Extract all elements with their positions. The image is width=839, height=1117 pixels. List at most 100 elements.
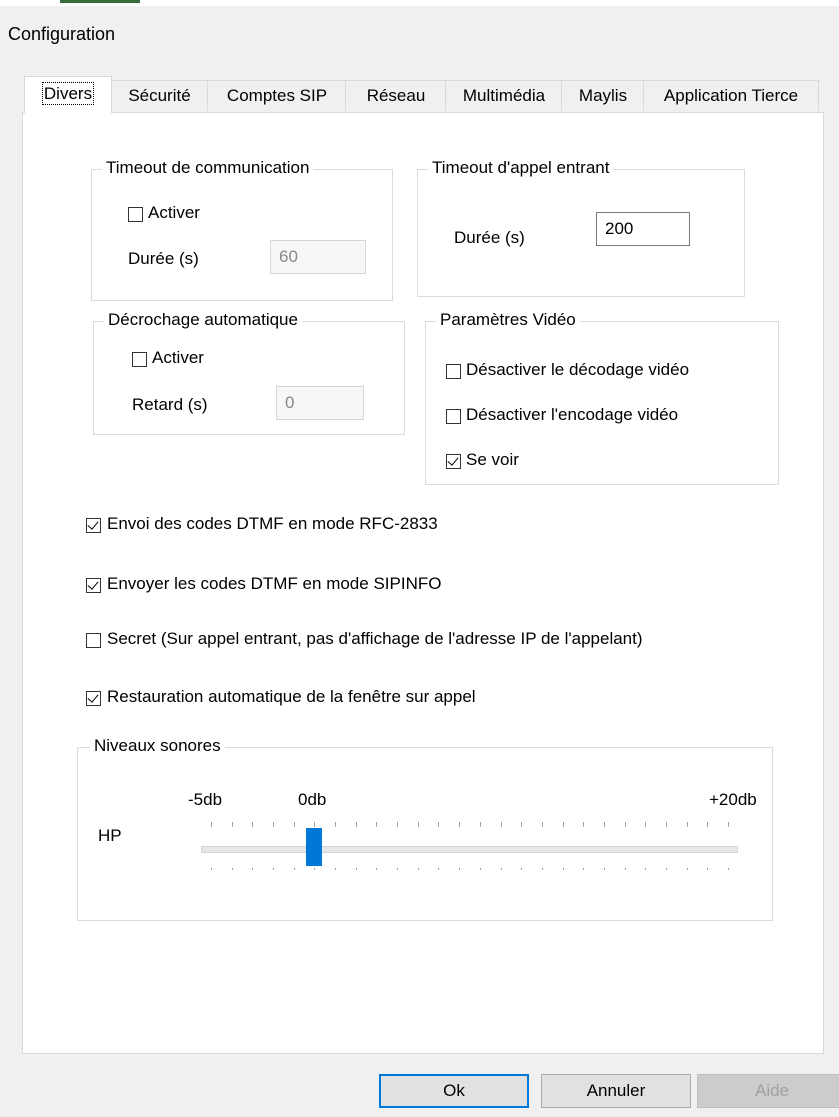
auto-answer-delay-field[interactable]: 0	[276, 386, 364, 420]
dtmf-rfc2833-label: Envoi des codes DTMF en mode RFC-2833	[107, 514, 438, 533]
timeout-incoming-legend: Timeout d'appel entrant	[428, 158, 614, 178]
dtmf-rfc2833-checkbox[interactable]	[86, 518, 101, 533]
tab-divers-label: Divers	[41, 82, 95, 105]
slider-tick	[314, 868, 315, 870]
slider-tick	[294, 822, 295, 827]
slider-tick	[459, 822, 460, 827]
timeout-incoming-duration-field[interactable]: 200	[596, 212, 690, 246]
slider-tick	[687, 868, 688, 870]
secret-label: Secret (Sur appel entrant, pas d'afficha…	[107, 629, 643, 648]
tab-comptes-sip[interactable]: Comptes SIP	[207, 80, 347, 111]
slider-tick	[252, 822, 253, 827]
help-button[interactable]: Aide	[697, 1074, 839, 1108]
auto-answer-group: Décrochage automatique Activer Retard (s…	[93, 310, 405, 435]
slider-tick	[273, 822, 274, 827]
disable-video-encoding-label: Désactiver l'encodage vidéo	[466, 405, 679, 424]
timeout-incoming-duration-label: Durée (s)	[454, 228, 525, 247]
slider-tick	[480, 822, 481, 827]
slider-tick	[666, 868, 667, 870]
timeout-communication-duration-field[interactable]: 60	[270, 240, 366, 274]
slider-tick	[707, 868, 708, 870]
slider-tick	[418, 822, 419, 827]
slider-tick	[645, 868, 646, 870]
dtmf-sipinfo-checkbox[interactable]	[86, 578, 101, 593]
ok-button[interactable]: Ok	[379, 1074, 529, 1108]
slider-tick	[397, 822, 398, 827]
sound-levels-legend: Niveaux sonores	[90, 736, 225, 756]
slider-tick	[707, 822, 708, 827]
tab-divers[interactable]: Divers	[24, 76, 112, 113]
tab-maylis[interactable]: Maylis	[561, 80, 645, 111]
slider-tick	[418, 868, 419, 870]
video-settings-legend: Paramètres Vidéo	[436, 310, 580, 330]
slider-tick	[438, 868, 439, 870]
auto-answer-legend: Décrochage automatique	[104, 310, 302, 330]
slider-tick	[728, 822, 729, 827]
slider-tick	[232, 868, 233, 870]
slider-tick	[604, 822, 605, 827]
restore-window-checkbox[interactable]	[86, 691, 101, 706]
slider-tick	[583, 822, 584, 827]
slider-tick	[335, 868, 336, 870]
auto-answer-enable-checkbox[interactable]	[132, 352, 147, 367]
timeout-communication-enable-label: Activer	[148, 203, 200, 222]
window-top-edge	[0, 0, 839, 6]
slider-tick	[563, 868, 564, 870]
self-view-label: Se voir	[466, 450, 519, 469]
slider-tick	[376, 868, 377, 870]
secret-checkbox[interactable]	[86, 633, 101, 648]
tab-multimedia[interactable]: Multimédia	[445, 80, 563, 111]
tab-panel-divers: Timeout de communication Activer Durée (…	[22, 112, 824, 1054]
slider-tick	[728, 868, 729, 870]
slider-tick	[521, 822, 522, 827]
slider-tick	[335, 822, 336, 827]
slider-tick	[604, 868, 605, 870]
timeout-communication-enable-checkbox[interactable]	[128, 207, 143, 222]
timeout-communication-duration-label: Durée (s)	[128, 249, 199, 268]
slider-tick	[645, 822, 646, 827]
auto-answer-enable-label: Activer	[152, 348, 204, 367]
hp-slider-track[interactable]	[201, 846, 738, 853]
slider-tick	[625, 868, 626, 870]
tab-securite[interactable]: Sécurité	[110, 80, 209, 111]
slider-tick	[501, 822, 502, 827]
slider-tick	[687, 822, 688, 827]
auto-answer-delay-label: Retard (s)	[132, 395, 208, 414]
slider-tick	[459, 868, 460, 870]
disable-video-encoding-checkbox[interactable]	[446, 409, 461, 424]
window-title: Configuration	[8, 24, 116, 44]
slider-mid-label: 0db	[298, 790, 327, 809]
timeout-incoming-group: Timeout d'appel entrant Durée (s) 200	[417, 158, 745, 297]
slider-min-label: -5db	[188, 790, 223, 809]
slider-tick	[625, 822, 626, 827]
sound-levels-group: Niveaux sonores -5db 0db +20db HP	[77, 736, 773, 921]
slider-tick	[563, 822, 564, 827]
restore-window-label: Restauration automatique de la fenêtre s…	[107, 687, 476, 706]
slider-tick	[397, 868, 398, 870]
dtmf-sipinfo-label: Envoyer les codes DTMF en mode SIPINFO	[107, 574, 442, 593]
slider-tick	[583, 868, 584, 870]
disable-video-decoding-checkbox[interactable]	[446, 364, 461, 379]
slider-tick	[501, 868, 502, 870]
slider-tick	[356, 868, 357, 870]
slider-tick	[666, 822, 667, 827]
hp-label: HP	[98, 826, 122, 845]
tab-reseau[interactable]: Réseau	[345, 80, 447, 111]
cancel-button[interactable]: Annuler	[541, 1074, 691, 1108]
slider-tick	[521, 868, 522, 870]
slider-tick	[376, 822, 377, 827]
slider-tick	[542, 822, 543, 827]
slider-tick	[480, 868, 481, 870]
slider-tick	[211, 822, 212, 827]
slider-max-label: +20db	[709, 790, 757, 809]
slider-tick	[273, 868, 274, 870]
self-view-checkbox[interactable]	[446, 454, 461, 469]
timeout-communication-group: Timeout de communication Activer Durée (…	[91, 158, 393, 301]
slider-tick	[232, 822, 233, 827]
tab-application-tierce[interactable]: Application Tierce	[643, 80, 819, 111]
slider-tick	[356, 822, 357, 827]
disable-video-decoding-label: Désactiver le décodage vidéo	[466, 360, 690, 379]
slider-tick	[542, 868, 543, 870]
slider-tick	[314, 822, 315, 827]
hp-slider-thumb[interactable]	[306, 828, 322, 866]
